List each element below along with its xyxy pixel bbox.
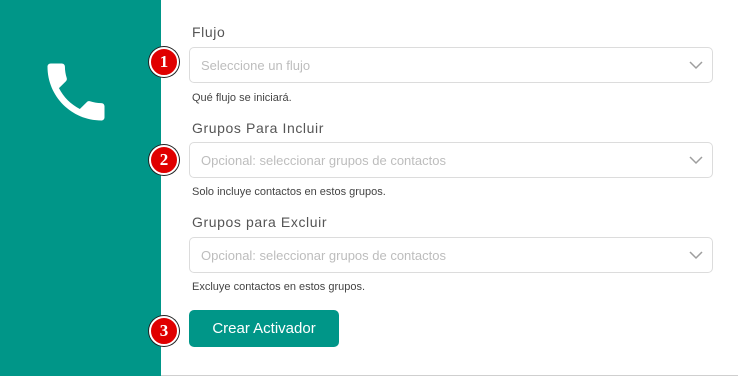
include-groups-select[interactable]: Opcional: seleccionar grupos de contacto… <box>189 142 713 178</box>
exclude-groups-help-text: Excluye contactos en estos grupos. <box>192 281 366 293</box>
flow-label: Flujo <box>192 24 226 40</box>
exclude-groups-placeholder: Opcional: seleccionar grupos de contacto… <box>201 248 446 263</box>
exclude-groups-label: Grupos para Excluir <box>192 214 328 230</box>
include-groups-placeholder: Opcional: seleccionar grupos de contacto… <box>201 153 446 168</box>
include-groups-help-text: Solo incluye contactos en estos grupos. <box>192 186 386 198</box>
exclude-groups-select[interactable]: Opcional: seleccionar grupos de contacto… <box>189 237 713 273</box>
chevron-down-icon <box>689 156 703 165</box>
trigger-form: Flujo Seleccione un flujo Qué flujo se i… <box>161 0 738 376</box>
sidebar-panel <box>0 0 161 376</box>
flow-select[interactable]: Seleccione un flujo <box>189 47 713 83</box>
chevron-down-icon <box>689 251 703 260</box>
step-marker-1: 1 <box>149 47 179 77</box>
phone-icon <box>47 63 105 121</box>
step-marker-2: 2 <box>149 145 179 175</box>
chevron-down-icon <box>689 61 703 70</box>
flow-help-text: Qué flujo se iniciará. <box>192 92 292 104</box>
step-marker-3: 3 <box>149 316 179 346</box>
flow-select-placeholder: Seleccione un flujo <box>201 58 311 73</box>
create-trigger-button[interactable]: Crear Activador <box>189 310 339 347</box>
include-groups-label: Grupos Para Incluir <box>192 120 325 136</box>
